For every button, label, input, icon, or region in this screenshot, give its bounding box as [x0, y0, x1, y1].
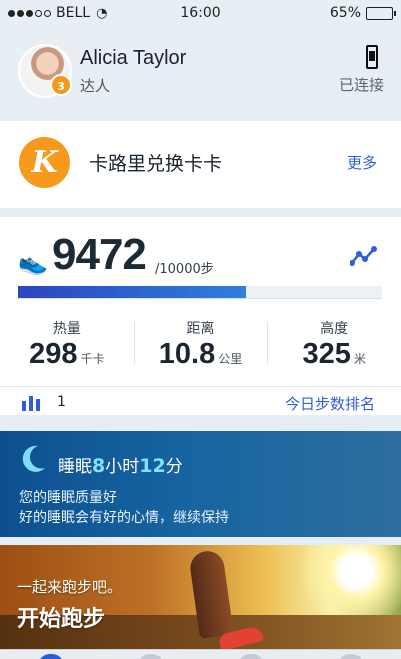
step-progress-bar — [18, 286, 382, 299]
distance-value: 10.8 — [158, 338, 216, 370]
metric-label: 距离 — [186, 321, 215, 337]
sleep-label: 睡眠 — [58, 457, 92, 477]
altitude-unit: 米 — [353, 352, 366, 366]
distance-unit: 公里 — [218, 352, 243, 366]
calories-metric: 热量 298 千卡 — [0, 314, 134, 379]
bottom-tab-bar — [0, 649, 401, 659]
more-link[interactable]: 更多 — [347, 152, 377, 173]
altitude-metric: 高度 325 米 — [267, 314, 401, 379]
battery-icon — [366, 6, 396, 20]
activity-metrics: 热量 298 千卡 距离 10.8 公里 高度 325 米 — [0, 314, 401, 379]
metric-label: 热量 — [52, 321, 81, 337]
tab-icon[interactable] — [138, 654, 164, 659]
sleep-minute-unit: 分 — [165, 457, 183, 477]
metric-value: 298 千卡 — [0, 338, 134, 371]
kaka-logo: K — [19, 137, 70, 188]
rewards-card[interactable]: K 卡路里兑换卡卡 更多 — [0, 121, 401, 208]
start-running-banner[interactable]: 一起来跑步吧。 开始跑步 — [0, 545, 401, 649]
shoe-icon: 👟 — [18, 248, 48, 276]
start-running-title[interactable]: 开始跑步 — [17, 601, 105, 633]
tab-icon[interactable] — [238, 654, 264, 659]
distance-metric: 距离 10.8 公里 — [133, 314, 268, 379]
sleep-duration: 睡眠8小时12分 — [58, 452, 183, 477]
step-goal: /10000步 — [155, 262, 214, 277]
sleep-hours: 8 — [92, 455, 106, 477]
sleep-minutes: 12 — [139, 455, 166, 477]
metric-value: 325 米 — [267, 338, 401, 371]
altitude-value: 325 — [302, 338, 351, 370]
bar-chart-icon — [22, 396, 40, 411]
ranking-value: 1 — [57, 394, 66, 410]
user-name[interactable]: Alicia Taylor — [80, 47, 186, 70]
metric-value: 10.8 公里 — [134, 338, 268, 371]
device-connection-status[interactable]: 已连接 — [339, 74, 384, 95]
level-badge: 3 — [50, 74, 72, 96]
metric-label: 高度 — [320, 321, 349, 337]
steps-card: 👟 9472 /10000步 热量 298 千卡 距离 10.8 公里 高度 325… — [0, 217, 401, 415]
daily-step-ranking-link[interactable]: 今日步数排名 — [285, 393, 375, 414]
calories-value: 298 — [29, 338, 78, 370]
tab-home-icon[interactable] — [38, 654, 64, 659]
profile-header: 3 Alicia Taylor 达人 已连接 — [0, 26, 401, 121]
step-count: 9472 — [52, 230, 147, 279]
status-time: 16:00 — [180, 5, 221, 21]
sleep-hour-unit: 小时 — [105, 457, 140, 477]
running-prompt: 一起来跑步吧。 — [17, 578, 123, 596]
sleep-quality-message: 您的睡眠质量好 — [19, 490, 117, 506]
status-bar: BELL ◔ 16:00 65% — [0, 0, 401, 26]
step-progress-fill — [18, 286, 247, 298]
sleep-card[interactable]: 睡眠8小时12分 您的睡眠质量好 好的睡眠会有好的心情，继续保持 — [0, 431, 401, 537]
device-icon[interactable] — [366, 45, 378, 69]
ranking-row[interactable]: 1 今日步数排名 — [0, 386, 401, 415]
rewards-title: 卡路里兑换卡卡 — [89, 153, 223, 175]
trend-icon[interactable] — [350, 245, 378, 267]
sleep-encouragement-message: 好的睡眠会有好的心情，继续保持 — [19, 510, 229, 526]
moon-icon — [22, 445, 45, 472]
user-level-title: 达人 — [80, 77, 111, 95]
calories-unit: 千卡 — [80, 352, 105, 366]
tab-icon[interactable] — [338, 654, 364, 659]
